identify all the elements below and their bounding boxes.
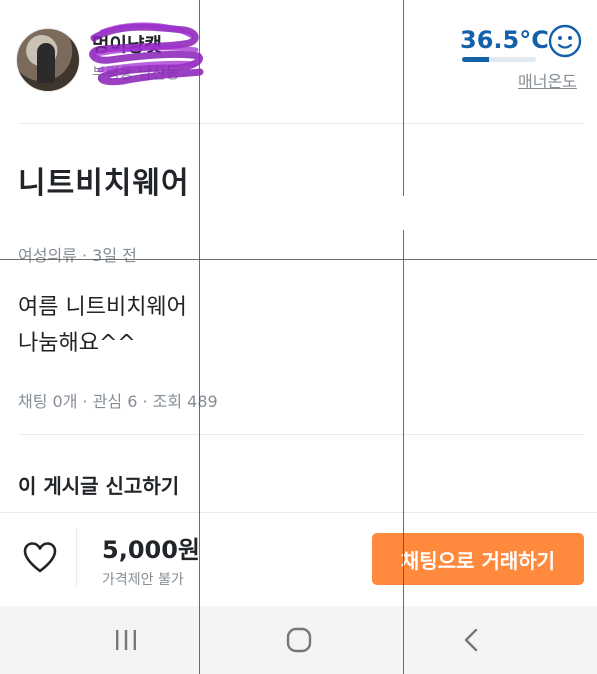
seller-avatar[interactable] bbox=[16, 28, 80, 92]
overlay-grid-line bbox=[403, 0, 404, 196]
recent-apps-icon bbox=[116, 630, 136, 650]
manner-temperature-value: 36.5°C bbox=[460, 26, 549, 54]
overlay-grid-line bbox=[403, 230, 404, 674]
manner-temperature-bar-fill bbox=[462, 57, 489, 62]
post-stats: 채팅 0개 · 관심 6 · 조회 489 bbox=[18, 392, 218, 411]
post-description-line: 여름 니트비치웨어 bbox=[18, 295, 187, 320]
manner-temperature-bar bbox=[462, 57, 536, 62]
recent-apps-button[interactable] bbox=[66, 606, 186, 674]
post-description-line: 나눔해요^^ bbox=[18, 331, 136, 356]
back-button[interactable] bbox=[412, 606, 532, 674]
back-icon bbox=[464, 628, 478, 652]
smiley-face-icon bbox=[548, 24, 582, 58]
price-negotiation-note: 가격제안 불가 bbox=[102, 572, 184, 588]
manner-temperature-link[interactable]: 매너온도 bbox=[518, 68, 577, 92]
home-button[interactable] bbox=[239, 606, 359, 674]
overlay-grid-line bbox=[199, 0, 200, 674]
overlay-grid-line bbox=[0, 259, 597, 260]
bottom-bar-divider bbox=[0, 512, 597, 513]
avatar-photo-figure bbox=[37, 43, 55, 83]
heart-price-divider bbox=[76, 528, 77, 586]
price: 5,000원 bbox=[102, 536, 200, 564]
post-category-time: 여성의류 · 3일 전 bbox=[18, 246, 137, 265]
profile-divider bbox=[18, 123, 584, 124]
system-navigation-bar bbox=[0, 606, 597, 674]
redaction-scribble bbox=[89, 22, 204, 86]
stats-divider bbox=[18, 434, 584, 435]
report-post-link[interactable]: 이 게시글 신고하기 bbox=[18, 470, 179, 499]
post-description: 여름 니트비치웨어 나눔해요^^ bbox=[18, 290, 187, 362]
screenshot-gap bbox=[0, 196, 597, 230]
heart-outline-icon[interactable] bbox=[22, 540, 58, 576]
home-icon bbox=[286, 627, 312, 653]
